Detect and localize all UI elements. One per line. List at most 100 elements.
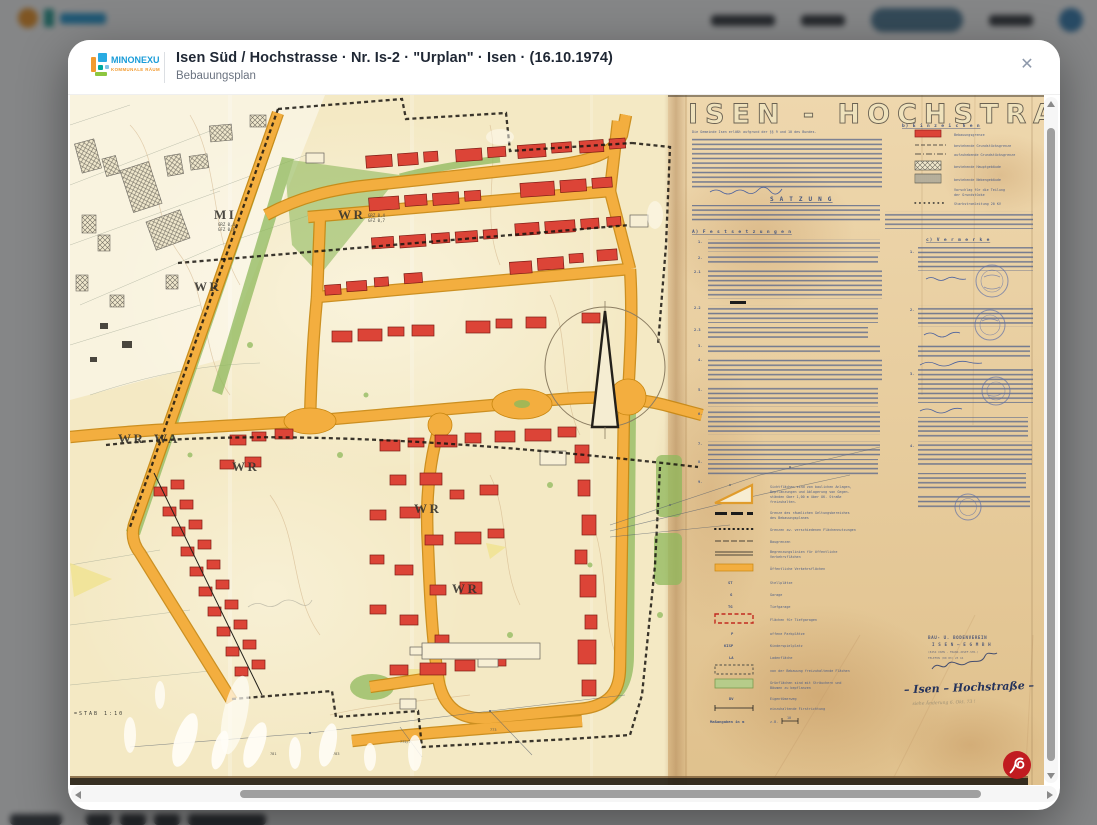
svg-text:WR: WR bbox=[118, 431, 145, 446]
pdf-icon bbox=[1003, 751, 1031, 779]
svg-text:freizuhalten.: freizuhalten. bbox=[770, 500, 797, 504]
screen: MINONEXUS KOMMUNALE RÄUME Isen Süd / Hoc… bbox=[0, 0, 1097, 825]
svg-text:2.: 2. bbox=[910, 308, 914, 312]
document-viewer[interactable]: 781 783 775/2 773 MI GRZ 0,4 GFZ 0,8 bbox=[70, 95, 1044, 785]
svg-text:Baugrenzen: Baugrenzen bbox=[770, 540, 790, 544]
svg-text:1.: 1. bbox=[698, 240, 702, 244]
svg-text:Grenzen zw. verschiedenen Fläc: Grenzen zw. verschiedenen Flächennutzung… bbox=[770, 528, 856, 532]
svg-text:z.B.: z.B. bbox=[770, 720, 778, 724]
svg-text:A) F e s t s e t z u n g e n: A) F e s t s e t z u n g e n bbox=[692, 229, 792, 235]
svg-text:Ladenfläche: Ladenfläche bbox=[770, 656, 792, 660]
svg-text:LA: LA bbox=[729, 655, 734, 660]
scroll-right-arrow-icon[interactable] bbox=[1047, 791, 1053, 799]
svg-text:4.: 4. bbox=[910, 444, 914, 448]
svg-text:der Grundstücke: der Grundstücke bbox=[954, 193, 985, 197]
scroll-left-arrow-icon[interactable] bbox=[75, 791, 81, 799]
svg-text:KISP: KISP bbox=[724, 643, 734, 648]
svg-text:10: 10 bbox=[787, 716, 791, 720]
svg-text:Die Gemeinde Isen erläßt aufgr: Die Gemeinde Isen erläßt aufgrund der §§… bbox=[692, 130, 817, 134]
svg-text:Flächen für Tiefgaragen: Flächen für Tiefgaragen bbox=[770, 618, 817, 622]
svg-text:Verkehrsflächen: Verkehrsflächen bbox=[770, 555, 801, 559]
svg-text:DV: DV bbox=[729, 696, 734, 701]
svg-text:Bebauungsgrenze: Bebauungsgrenze bbox=[954, 133, 985, 137]
modal-subtitle: Bebauungsplan bbox=[176, 70, 256, 82]
svg-text:GFZ 0,7: GFZ 0,7 bbox=[368, 218, 385, 223]
modal-header: MINONEXUS KOMMUNALE RÄUME Isen Süd / Hoc… bbox=[68, 40, 1060, 95]
svg-text:bestehende Nebengebäude: bestehende Nebengebäude bbox=[954, 178, 1001, 182]
satzung-text-column: Die Gemeinde Isen erläßt aufgrund der §§… bbox=[692, 130, 882, 484]
close-button[interactable]: ✕ bbox=[1016, 54, 1038, 76]
svg-text:3.: 3. bbox=[910, 372, 914, 376]
scroll-up-arrow-icon[interactable] bbox=[1047, 101, 1055, 107]
scan-edge-line bbox=[70, 776, 1028, 778]
svg-text:BAU- U. BODENVEREIN: BAU- U. BODENVEREIN bbox=[928, 635, 987, 640]
svg-text:2.3: 2.3 bbox=[694, 328, 701, 332]
svg-text:Maßangaben in m: Maßangaben in m bbox=[710, 719, 745, 724]
svg-text:Bepflanzungen und Ablagerung v: Bepflanzungen und Ablagerung von Gegen- bbox=[770, 490, 850, 494]
bebauungsplan-scan: 781 783 775/2 773 MI GRZ 0,4 GFZ 0,8 bbox=[70, 95, 1044, 785]
svg-text:offene Parkplätze: offene Parkplätze bbox=[770, 632, 805, 636]
svg-text:WA: WA bbox=[154, 431, 180, 446]
vertical-scroll-track[interactable] bbox=[1044, 109, 1058, 771]
scan-bottom-bar bbox=[70, 778, 1028, 785]
logo-brand-text: MINONEXUS bbox=[111, 55, 160, 65]
svg-text:2.: 2. bbox=[698, 256, 702, 260]
svg-text:Garage: Garage bbox=[770, 593, 782, 597]
svg-text:Begrenzungslinien für öffentli: Begrenzungslinien für öffentliche bbox=[770, 550, 837, 554]
vertical-scroll-thumb[interactable] bbox=[1047, 128, 1055, 761]
document-modal-dialog: MINONEXUS KOMMUNALE RÄUME Isen Süd / Hoc… bbox=[68, 40, 1060, 810]
svg-text:WR: WR bbox=[232, 459, 259, 474]
svg-text:3.: 3. bbox=[698, 344, 702, 348]
svg-text:c) V e r m e r k e: c) V e r m e r k e bbox=[926, 237, 990, 243]
svg-text:2.1: 2.1 bbox=[694, 270, 701, 274]
svg-text:WR: WR bbox=[338, 207, 365, 222]
svg-text:6.: 6. bbox=[698, 412, 702, 416]
horizontal-scroll-thumb[interactable] bbox=[240, 790, 981, 798]
logo-tagline-text: KOMMUNALE RÄUME bbox=[111, 67, 160, 72]
pdf-download-badge[interactable] bbox=[1002, 750, 1032, 780]
svg-text:Öffentliche Verkehrsflächen: Öffentliche Verkehrsflächen bbox=[770, 566, 825, 571]
svg-text:TELEFON (80 83) 23 16: TELEFON (80 83) 23 16 bbox=[928, 656, 964, 660]
svg-text:GFZ 0,8: GFZ 0,8 bbox=[218, 227, 235, 232]
svg-text:781: 781 bbox=[270, 752, 277, 756]
scale-note: =STAB 1:10 bbox=[74, 711, 124, 717]
svg-text:WR: WR bbox=[452, 581, 479, 596]
svg-text:bestehende Grundstücksgrenze: bestehende Grundstücksgrenze bbox=[954, 144, 1011, 148]
svg-text:Grenze des räumlichen Geltungs: Grenze des räumlichen Geltungsbereiches bbox=[770, 511, 850, 515]
svg-text:773: 773 bbox=[490, 728, 497, 732]
svg-text:Grünflächen sind mit Sträucher: Grünflächen sind mit Sträuchern und bbox=[770, 681, 841, 685]
svg-text:aufzuhebende Grundstücksgrenze: aufzuhebende Grundstücksgrenze bbox=[954, 153, 1015, 157]
svg-text:b) E i n z e i c h e n: b) E i n z e i c h e n bbox=[902, 123, 980, 129]
svg-text:S A T Z U N G: S A T Z U N G bbox=[770, 196, 833, 203]
svg-text:des Bebauungsplanes: des Bebauungsplanes bbox=[770, 516, 809, 520]
svg-text:Starkstromleitung 20 KV: Starkstromleitung 20 KV bbox=[954, 202, 1001, 206]
svg-text:ST: ST bbox=[728, 580, 733, 585]
scroll-down-arrow-icon[interactable] bbox=[1047, 773, 1055, 779]
svg-text:Stellplätze: Stellplätze bbox=[770, 581, 792, 585]
svg-text:Vorschlag für die Teilung: Vorschlag für die Teilung bbox=[954, 188, 1005, 192]
header-divider bbox=[164, 52, 165, 83]
svg-text:8.: 8. bbox=[698, 460, 702, 464]
svg-text:von der Bebauung freizuhaltend: von der Bebauung freizuhaltende Flächen bbox=[770, 669, 850, 673]
svg-text:I S E N – E G M B H: I S E N – E G M B H bbox=[932, 642, 991, 647]
svg-text:WR: WR bbox=[194, 279, 221, 294]
horizontal-scroll-track[interactable] bbox=[83, 786, 1045, 802]
svg-text:7.: 7. bbox=[698, 442, 702, 446]
svg-text:bestehende Hauptgebäude: bestehende Hauptgebäude bbox=[954, 165, 1001, 169]
svg-text:MI: MI bbox=[214, 207, 236, 222]
svg-text:9.: 9. bbox=[698, 480, 702, 484]
horizontal-scrollbar[interactable] bbox=[71, 786, 1057, 802]
svg-text:5.: 5. bbox=[698, 388, 702, 392]
svg-text:TG: TG bbox=[728, 604, 733, 609]
svg-text:1.: 1. bbox=[910, 250, 914, 254]
svg-text:Bäumen zu bepflanzen: Bäumen zu bepflanzen bbox=[770, 686, 811, 690]
vertical-scrollbar[interactable] bbox=[1044, 97, 1058, 783]
svg-text:Eigentümerweg: Eigentümerweg bbox=[770, 697, 797, 701]
document-title: ISEN - HOCHSTRASSE bbox=[688, 99, 1044, 130]
svg-text:(8254 ISEN · FRANZ-JOSEF-STR.): (8254 ISEN · FRANZ-JOSEF-STR.) bbox=[928, 650, 979, 654]
svg-text:Sichtflächen sind von bauliche: Sichtflächen sind von baulichen Anlagen, bbox=[770, 485, 852, 489]
svg-text:WR: WR bbox=[414, 501, 441, 516]
svg-text:Kinderspielplatz: Kinderspielplatz bbox=[770, 644, 803, 648]
minonexus-logo: MINONEXUS KOMMUNALE RÄUME bbox=[90, 49, 160, 86]
logo-blocks-icon bbox=[91, 53, 109, 76]
